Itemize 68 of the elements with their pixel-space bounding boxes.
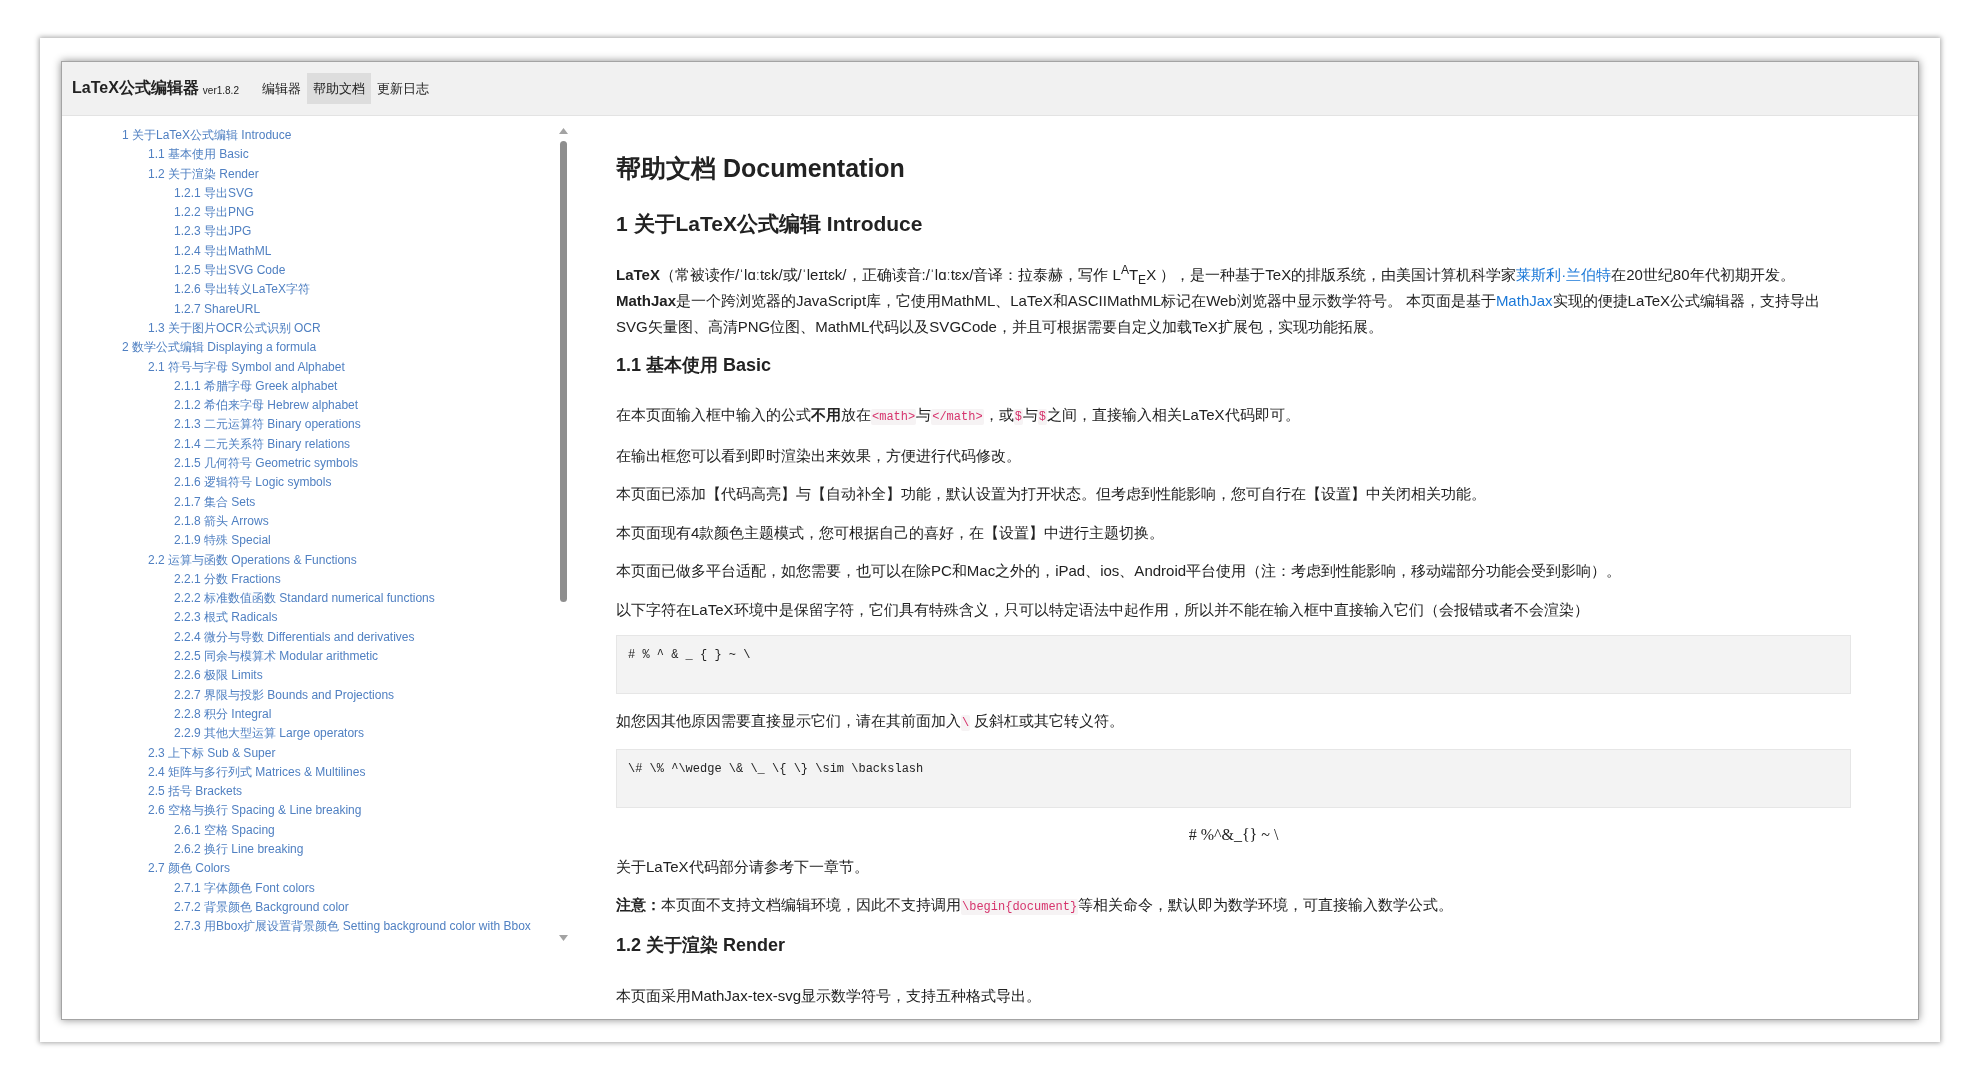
toc-link[interactable]: 2.1.2 希伯来字母 Hebrew alphabet: [174, 396, 359, 416]
link[interactable]: 莱斯利·兰伯特: [1516, 265, 1612, 283]
toc-link[interactable]: 2.7.3 用Bbox扩展设置背景颜色 Setting background color with Bbox: [174, 917, 531, 937]
paragraph: LaTeX（常被读作/ˈlɑːtɛk/或/ˈleɪtɛk/，正确读音:/ˈlɑːtɛx/音译：拉泰赫，写作 L$^{A}$T$_{E}$X ），是一种基于TeX的排版系统，由美国计算机科学家莱斯利·兰伯特在20世纪80年代初期开发。 MathJax是一个跨浏览器的JavaScript库，它使用MathML、LaTeX和ASCIIMathML标记在Web浏览器中显示数学符号。 本页面是基于MathJax实现的便捷LaTeX公式编辑器，支持导出SVG矢量图、高清PNG位图、MathML代码以及SVGCode，并且可根据需要自定义加载TeX扩展包，实现功能拓展。: [616, 261, 1822, 337]
toc-link[interactable]: 2.6.1 空格 Spacing: [174, 820, 275, 840]
subsection-heading: 1.1 基本使用 Basic: [616, 353, 773, 377]
toc-link[interactable]: 2.1.5 几何符号 Geometric symbols: [174, 454, 359, 474]
toc-link[interactable]: 1.2.3 导出JPG: [174, 222, 252, 242]
toc-link[interactable]: 1.2.1 导出SVG: [174, 183, 254, 204]
toc-link[interactable]: 1.2.6 导出转义LaTeX字符: [174, 280, 311, 300]
toc-link[interactable]: 2.2.3 根式 Radicals: [174, 608, 278, 628]
paragraph: 本页面已添加【代码高亮】与【自动补全】功能，默认设置为打开状态。但考虑到性能影响，您可自行在【设置】中关闭相关功能。: [616, 484, 1487, 505]
paragraph: 本页面采用MathJax-tex-svg显示数学符号，支持五种格式导出。: [616, 985, 1043, 1006]
toc-link[interactable]: 2.2.8 积分 Integral: [174, 704, 272, 725]
code-block: \# \% ^\wedge \& \_ \{ \} \sim \backslash: [616, 748, 1851, 808]
link[interactable]: MathJax: [1495, 291, 1553, 309]
toc-link[interactable]: 1.2 关于渲染 Render: [148, 164, 259, 184]
paragraph: 如您因其他原因需要直接显示它们，请在其前面加入\ 反斜杠或其它转义符。: [616, 711, 1126, 734]
code-block: # % ^ & _ { } ~ \: [616, 635, 1851, 695]
toc-link[interactable]: 2.2.2 标准数值函数 Standard numerical functions: [174, 589, 435, 609]
scroll-down-icon[interactable]: [558, 935, 568, 941]
toc-link[interactable]: 1.1 基本使用 Basic: [148, 145, 249, 165]
toc-link[interactable]: 1 关于LaTeX公式编辑 Introduce: [122, 126, 292, 146]
toc-link[interactable]: 2.4 矩阵与多行列式 Matrices & Multilines: [148, 762, 366, 783]
paragraph: 在输出框您可以看到即时渲染出来效果，方便进行代码修改。: [616, 445, 1022, 466]
paragraph: 本页面已做多平台适配，如您需要，也可以在除PC和Mac之外的，iPad、ios、Android平台使用（注：考虑到性能影响，移动端部分功能会受到影响）。: [616, 561, 1623, 582]
scroll-up-icon[interactable]: [558, 128, 568, 134]
toc-link[interactable]: 1.2.4 导出MathML: [174, 241, 272, 262]
math-formula: # %^&_{} ~ \: [1188, 824, 1279, 845]
toc-link[interactable]: 2.7.2 背景颜色 Background color: [174, 897, 349, 918]
paragraph: 以下字符在LaTeX环境中是保留字符，它们具有特殊含义，只可以特定语法中起作用，所以并不能在输入框中直接输入它们（会报错或者不会渲染）: [616, 599, 1590, 620]
toc-link[interactable]: 2.2.1 分数 Fractions: [174, 569, 281, 590]
toc-link[interactable]: 2.2.9 其他大型运算 Large operators: [174, 724, 365, 744]
toc-link[interactable]: 2.7.1 字体颜色 Font colors: [174, 878, 315, 898]
paragraph: 关于LaTeX代码部分请参考下一章节。: [616, 856, 870, 877]
toc-link[interactable]: 2.2.4 微分与导数 Differentials and derivatives: [174, 627, 415, 647]
toc-link[interactable]: 2.6.2 换行 Line breaking: [174, 840, 304, 860]
toc-link[interactable]: 2.1.4 二元关系符 Binary relations: [174, 434, 351, 455]
toc-link[interactable]: 2.1.7 集合 Sets: [174, 492, 256, 512]
toc-link[interactable]: 2.7 颜色 Colors: [148, 859, 231, 879]
toc-link[interactable]: 1.2.2 导出PNG: [174, 203, 255, 223]
toc-link[interactable]: 2.1.8 箭头 Arrows: [174, 511, 269, 532]
toc-link[interactable]: 1.2.7 ShareURL: [174, 299, 261, 319]
toc-link[interactable]: 2.1 符号与字母 Symbol and Alphabet: [148, 357, 345, 377]
nav-tab[interactable]: 更新日志: [370, 73, 435, 104]
toc-link[interactable]: 2.2.7 界限与投影 Bounds and Projections: [174, 685, 395, 705]
toc-link[interactable]: 2.5 括号 Brackets: [148, 782, 243, 802]
nav-tab[interactable]: 帮助文档: [306, 73, 371, 104]
toc-link[interactable]: 2.1.1 希腊字母 Greek alphabet: [174, 376, 338, 397]
toc-link[interactable]: 2.2.6 极限 Limits: [174, 666, 263, 686]
nav-tab[interactable]: 编辑器: [255, 73, 307, 104]
toc-link[interactable]: 2.3 上下标 Sub & Super: [148, 743, 276, 763]
toc-link[interactable]: 2.2 运算与函数 Operations & Functions: [148, 550, 357, 570]
toc-link[interactable]: 2.6 空格与换行 Spacing & Line breaking: [148, 801, 362, 821]
toc-link[interactable]: 2.1.6 逻辑符号 Logic symbols: [174, 473, 332, 493]
toc-link[interactable]: 1.3 关于图片OCR公式识别 OCR: [148, 318, 321, 339]
paragraph: 本页面现有4款颜色主题模式，您可根据自己的喜好，在【设置】中进行主题切换。: [616, 522, 1166, 543]
scrollbar-thumb[interactable]: [559, 141, 567, 602]
page-title: 帮助文档 Documentation: [616, 153, 906, 184]
version-label: ver1.8.2: [202, 84, 239, 96]
toc-link[interactable]: 1.2.5 导出SVG Code: [174, 261, 286, 281]
toc-link[interactable]: 2.1.3 二元运算符 Binary operations: [174, 415, 361, 435]
subsection-heading: 1.2 关于渲染 Render: [616, 934, 787, 958]
toc-link[interactable]: 2.2.5 同余与模算术 Modular arithmetic: [174, 647, 379, 667]
app-title: LaTeX公式编辑器: [72, 78, 199, 98]
toc-link[interactable]: 2.1.9 特殊 Special: [174, 531, 271, 551]
toc-link[interactable]: 2 数学公式编辑 Displaying a formula: [122, 338, 317, 358]
section-heading: 1 关于LaTeX公式编辑 Introduce: [616, 210, 924, 237]
